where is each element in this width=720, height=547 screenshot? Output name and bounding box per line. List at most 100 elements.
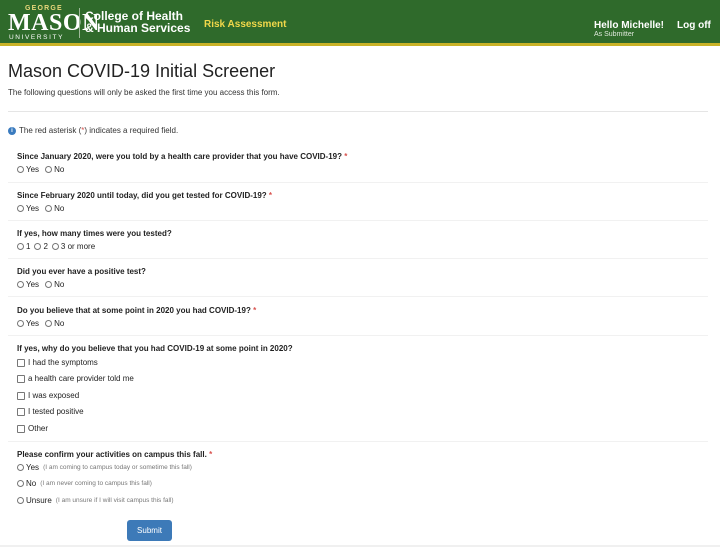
radio-button[interactable] [17,497,24,504]
question-5-text: Do you believe that at some point in 202… [17,306,251,315]
top-navbar: GEORGE MASON UNIVERSITY College of Healt… [0,0,720,46]
option-hint: (I am coming to campus today or sometime… [43,464,192,471]
option-label: 1 [26,242,31,251]
radio-button[interactable] [17,243,24,250]
radio-button[interactable] [45,205,53,212]
logo-divider [79,8,80,38]
q6-checkbox-tested-positive[interactable]: I tested positive [17,407,84,416]
info-icon: i [8,126,16,135]
question-2-text: Since February 2020 until today, did you… [17,191,267,200]
radio-button[interactable] [17,166,24,173]
checkbox[interactable] [17,391,25,400]
q3-option-1[interactable]: 1 [17,242,30,251]
checkbox-label: I tested positive [28,407,84,416]
q7-option-no[interactable]: No (I am never coming to campus this fall… [17,479,152,488]
radio-button[interactable] [17,205,24,212]
row-divider [8,441,708,442]
question-3-options: 1 2 3 or more [17,242,101,251]
q2-option-yes[interactable]: Yes [17,204,39,213]
checkbox[interactable] [17,407,25,416]
nav-risk-assessment-link[interactable]: Risk Assessment [204,19,286,30]
q3-option-2[interactable]: 2 [34,242,48,251]
checkbox-label: I was exposed [28,391,80,400]
required-note-suffix: ) indicates a required field. [84,126,179,135]
required-field-note: i The red asterisk (*) indicates a requi… [8,126,178,135]
checkbox-label: Other [28,424,49,433]
q1-option-no[interactable]: No [45,165,64,174]
question-4-label: Did you ever have a positive test? [17,267,146,276]
row-divider [8,220,708,221]
radio-button[interactable] [51,243,59,250]
option-label: No [54,319,65,328]
question-4-text: Did you ever have a positive test? [17,267,146,276]
row-divider [8,258,708,259]
title-divider [8,111,708,112]
option-label: No [54,165,65,174]
question-5-options: Yes No [17,319,70,328]
college-name: College of Health & Human Services [85,10,190,34]
radio-button[interactable] [17,320,24,327]
user-role: As Submitter [594,31,635,38]
page-title: Mason COVID-19 Initial Screener [8,61,276,81]
required-star: * [209,450,213,459]
required-star: * [253,306,257,315]
q7-option-unsure[interactable]: Unsure (I am unsure if I will visit campu… [17,496,174,505]
user-greeting: Hello Michelle! [594,20,665,31]
q1-option-yes[interactable]: Yes [17,165,39,174]
radio-button[interactable] [45,281,53,288]
row-divider [8,182,708,183]
q2-option-no[interactable]: No [45,204,64,213]
option-label: Yes [26,280,40,289]
q6-checkbox-provider[interactable]: a health care provider told me [17,374,134,383]
question-1-text: Since January 2020, were you told by a h… [17,152,342,161]
required-note-prefix: The red asterisk ( [19,126,82,135]
option-label: Unsure [26,496,52,505]
q6-checkbox-symptoms[interactable]: I had the symptoms [17,358,98,367]
question-7-text: Please confirm your activities on campus… [17,450,207,459]
checkbox[interactable] [17,358,25,367]
row-divider [8,335,708,336]
question-2-options: Yes No [17,204,70,213]
question-6-label: If yes, why do you believe that you had … [17,344,293,353]
question-2-label: Since February 2020 until today, did you… [17,191,272,200]
radio-button[interactable] [17,480,24,487]
radio-button[interactable] [45,320,53,327]
radio-button[interactable] [17,281,24,288]
option-hint: (I am never coming to campus this fall) [40,480,152,487]
logo-bottom-text: UNIVERSITY [9,34,65,41]
q3-option-3-or-more[interactable]: 3 or more [51,242,95,251]
radio-button[interactable] [34,243,42,250]
question-1-options: Yes No [17,165,70,174]
option-label: Yes [26,204,40,213]
required-star: * [268,191,273,200]
college-line-2: & Human Services [85,21,191,35]
option-label: 2 [43,242,48,251]
question-3-text: If yes, how many times were you tested? [17,229,172,238]
page-subtitle: The following questions will only be ask… [8,88,280,97]
q5-option-yes[interactable]: Yes [17,319,39,328]
option-label: Yes [26,165,40,174]
q6-checkbox-exposed[interactable]: I was exposed [17,391,79,400]
q7-option-yes[interactable]: Yes (I am coming to campus today or somet… [17,463,192,472]
option-label: No [54,204,65,213]
checkbox-label: a health care provider told me [28,374,134,383]
question-6-text: If yes, why do you believe that you had … [17,344,293,353]
checkbox-label: I had the symptoms [28,358,98,367]
required-star: * [344,152,348,161]
radio-button[interactable] [17,464,24,471]
checkbox[interactable] [17,374,25,383]
q5-option-no[interactable]: No [45,319,64,328]
radio-button[interactable] [45,166,53,173]
george-mason-logo[interactable]: GEORGE MASON UNIVERSITY [8,5,99,43]
question-5-label: Do you believe that at some point in 202… [17,306,256,315]
option-label: Yes [26,463,40,472]
question-7-label: Please confirm your activities on campus… [17,450,212,459]
q4-option-yes[interactable]: Yes [17,280,39,289]
q6-checkbox-other[interactable]: Other [17,424,48,433]
option-label: No [54,280,65,289]
submit-button[interactable]: Submit [127,520,172,541]
option-hint: (I am unsure if I will visit campus this… [55,497,174,504]
checkbox[interactable] [17,424,25,433]
q4-option-no[interactable]: No [45,280,64,289]
log-off-link[interactable]: Log off [677,20,711,31]
